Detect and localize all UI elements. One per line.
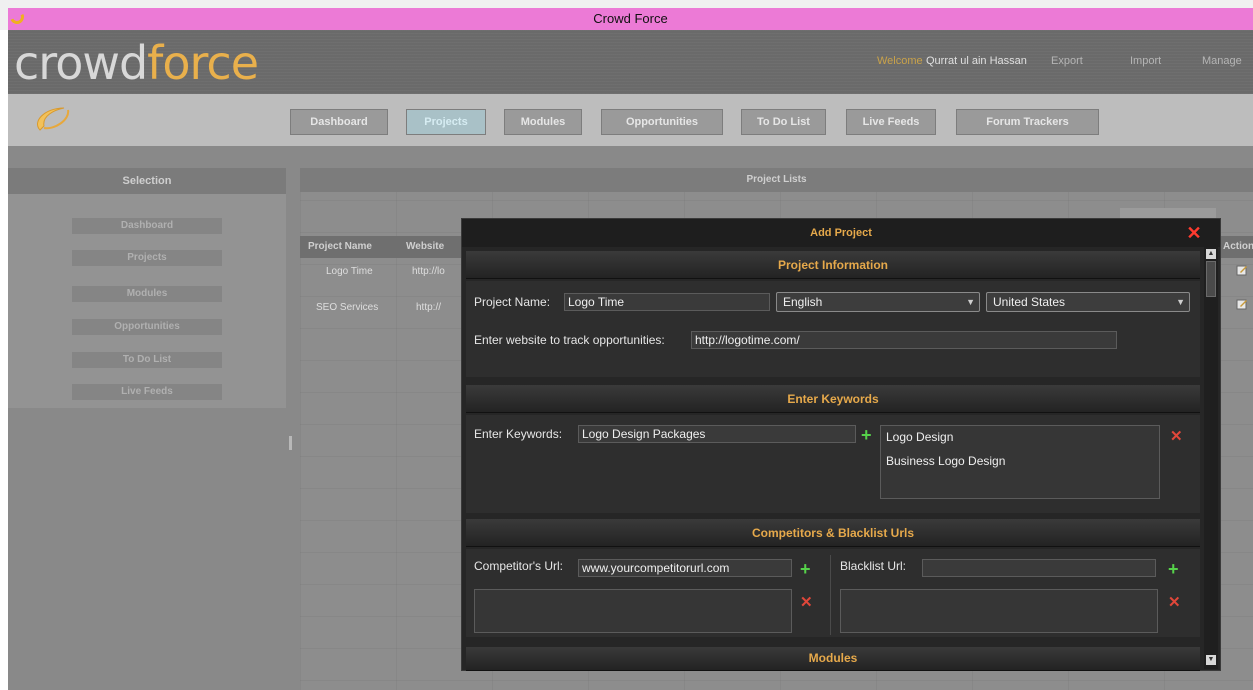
tab-dashboard[interactable]: Dashboard <box>290 109 388 135</box>
row-1-website[interactable]: http://lo <box>412 266 445 277</box>
remove-keyword-x-icon[interactable]: ✕ <box>1170 429 1183 445</box>
remove-competitor-x-icon[interactable]: ✕ <box>800 595 813 611</box>
add-project-dialog: Add Project ✕ Project Information Projec… <box>461 218 1221 671</box>
column-divider <box>830 555 831 635</box>
window-title: Crowd Force <box>593 11 668 26</box>
sidebar-item-dashboard[interactable]: Dashboard <box>72 218 222 234</box>
welcome-label: Welcome <box>877 55 923 67</box>
keyword-list-item[interactable]: Logo Design <box>886 430 953 444</box>
competitor-list[interactable] <box>474 589 792 633</box>
user-name[interactable]: Qurrat ul ain Hassan <box>926 55 1027 67</box>
tab-todo[interactable]: To Do List <box>741 109 826 135</box>
add-project-button[interactable] <box>1120 208 1216 218</box>
tab-opportunities[interactable]: Opportunities <box>601 109 723 135</box>
close-icon[interactable]: ✕ <box>1186 224 1202 242</box>
column-project-name[interactable]: Project Name <box>300 236 400 258</box>
tab-projects[interactable]: Projects <box>406 109 486 135</box>
language-select[interactable]: English ▼ <box>776 292 980 312</box>
row-2-name[interactable]: SEO Services <box>316 302 378 313</box>
tab-forum-trackers[interactable]: Forum Trackers <box>956 109 1099 135</box>
project-information-body: Project Name: Logo Time English ▼ United … <box>466 281 1200 377</box>
country-select[interactable]: United States ▼ <box>986 292 1190 312</box>
column-website[interactable]: Website <box>400 236 470 258</box>
column-action: Action <box>1220 236 1253 258</box>
section-project-information: Project Information <box>466 251 1200 279</box>
project-list-title: Project Lists <box>300 168 1253 192</box>
import-link[interactable]: Import <box>1130 55 1161 67</box>
edit-icon[interactable] <box>1236 298 1248 310</box>
export-link[interactable]: Export <box>1051 55 1083 67</box>
app-header: crowdforce Welcome Qurrat ul ain Hassan … <box>8 30 1253 94</box>
manage-link[interactable]: Manage <box>1202 55 1242 67</box>
language-value: English <box>783 295 823 309</box>
tab-live-feeds[interactable]: Live Feeds <box>846 109 936 135</box>
website-label: Enter website to track opportunities: <box>474 333 665 347</box>
blacklist-list[interactable] <box>840 589 1158 633</box>
remove-blacklist-x-icon[interactable]: ✕ <box>1168 595 1181 611</box>
scroll-up-arrow-icon[interactable]: ▲ <box>1206 249 1216 259</box>
sidebar-item-opportunities[interactable]: Opportunities <box>72 319 222 335</box>
scroll-down-arrow-icon[interactable]: ▼ <box>1206 655 1216 665</box>
add-keyword-plus-icon[interactable]: + <box>861 426 872 444</box>
panel-splitter[interactable] <box>289 436 292 450</box>
sidebar-item-live-feeds[interactable]: Live Feeds <box>72 384 222 400</box>
project-name-input[interactable]: Logo Time <box>564 293 770 311</box>
competitor-url-input[interactable]: www.yourcompetitorurl.com <box>578 559 792 577</box>
dialog-scrollbar[interactable]: ▲ ▼ <box>1204 247 1218 669</box>
keyword-input[interactable]: Logo Design Packages <box>578 425 856 443</box>
tab-modules[interactable]: Modules <box>504 109 582 135</box>
country-value: United States <box>993 295 1066 309</box>
section-modules: Modules <box>466 647 1200 671</box>
section-competitors-blacklist: Competitors & Blacklist Urls <box>466 519 1200 547</box>
scroll-thumb[interactable] <box>1206 261 1216 297</box>
edit-icon[interactable] <box>1236 264 1248 276</box>
logo-text-force: force <box>147 36 259 90</box>
section-enter-keywords: Enter Keywords <box>466 385 1200 413</box>
project-name-label: Project Name: <box>474 295 551 309</box>
keywords-body: Enter Keywords: Logo Design Packages + L… <box>466 415 1200 513</box>
crowdforce-logo: crowdforce <box>14 36 259 90</box>
main-nav: Dashboard Projects Modules Opportunities… <box>8 94 1253 146</box>
sidebar-item-projects[interactable]: Projects <box>72 250 222 266</box>
competitors-body: Competitor's Url: www.yourcompetitorurl.… <box>466 549 1200 637</box>
sidebar-title: Selection <box>8 168 286 194</box>
crowdforce-swirl-icon <box>37 107 70 131</box>
blacklist-url-label: Blacklist Url: <box>840 559 907 573</box>
logo-text-crowd: crowd <box>14 36 148 90</box>
competitor-url-label: Competitor's Url: <box>474 559 563 573</box>
keywords-label: Enter Keywords: <box>474 427 563 441</box>
row-1-name[interactable]: Logo Time <box>326 266 373 277</box>
sidebar-item-modules[interactable]: Modules <box>72 286 222 302</box>
keyword-list-item[interactable]: Business Logo Design <box>886 454 1005 468</box>
window-titlebar: Crowd Force <box>0 0 1253 30</box>
blacklist-url-input[interactable] <box>922 559 1156 577</box>
titlebar-strip[interactable]: Crowd Force <box>8 8 1253 30</box>
add-competitor-plus-icon[interactable]: + <box>800 560 811 578</box>
dialog-title: Add Project <box>462 219 1220 247</box>
keyword-list[interactable]: Logo Design Business Logo Design <box>880 425 1160 499</box>
chevron-down-icon: ▼ <box>1176 297 1185 307</box>
sidebar-item-todo[interactable]: To Do List <box>72 352 222 368</box>
add-blacklist-plus-icon[interactable]: + <box>1168 560 1179 578</box>
app-window: crowdforce Welcome Qurrat ul ain Hassan … <box>8 30 1253 690</box>
website-input[interactable]: http://logotime.com/ <box>691 331 1117 349</box>
chevron-down-icon: ▼ <box>966 297 975 307</box>
row-2-website[interactable]: http:// <box>416 302 441 313</box>
